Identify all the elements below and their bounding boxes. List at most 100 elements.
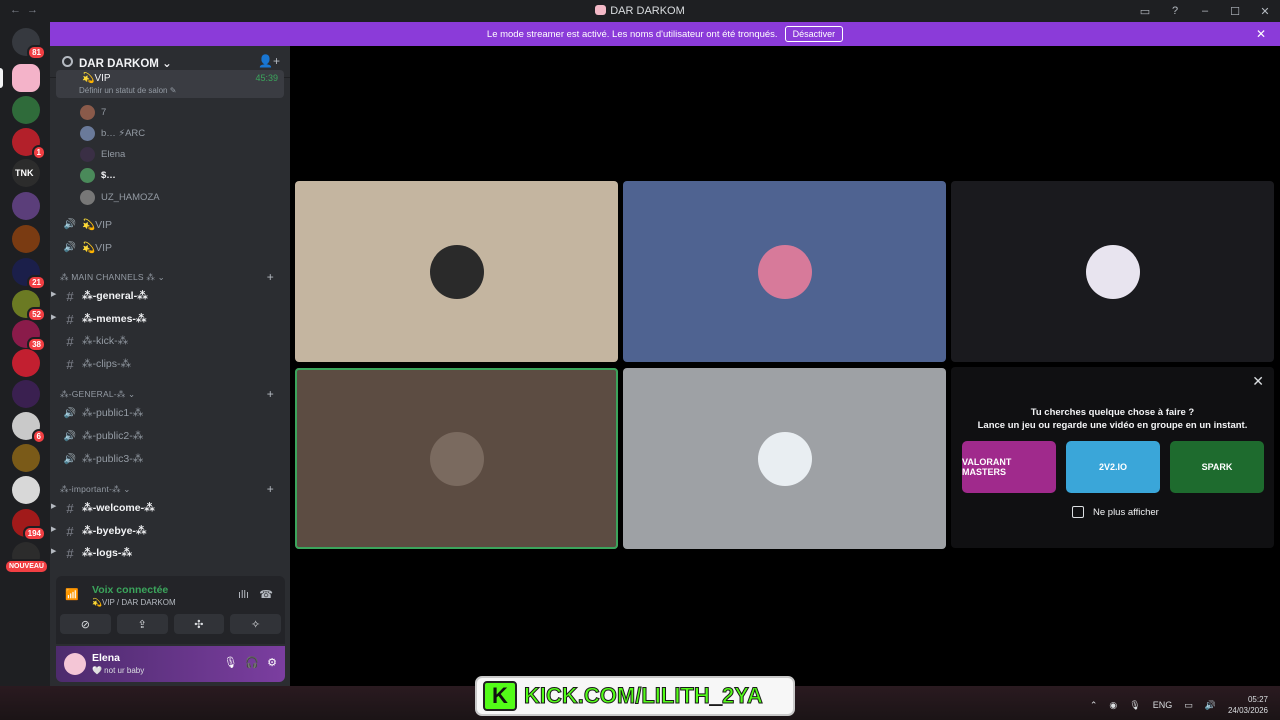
avatar xyxy=(80,189,95,205)
signal-icon[interactable]: 📶 xyxy=(65,588,79,601)
avatar xyxy=(80,125,95,141)
voice-user[interactable]: 7 xyxy=(80,103,106,121)
set-channel-status[interactable]: Définir un statut de salon ✎ xyxy=(79,86,176,95)
voice-user[interactable]: $… xyxy=(80,166,116,184)
checkbox[interactable] xyxy=(1072,506,1084,518)
server-icon-s8[interactable]: 52 xyxy=(12,290,46,322)
text-channel[interactable]: ▶ # ⁂-byebye-⁂ xyxy=(51,521,282,541)
server-icon-s6[interactable] xyxy=(12,225,40,253)
chevron-up-icon[interactable]: ⌃ xyxy=(1090,700,1098,711)
channel-name: ⁂-clips-⁂ xyxy=(82,358,131,370)
video-tile[interactable] xyxy=(295,368,618,549)
activity-card[interactable]: VALORANT MASTERS xyxy=(962,441,1056,493)
guild-name[interactable]: DAR DARKOM ⌄ xyxy=(79,56,172,70)
server-icon-s14[interactable] xyxy=(12,476,40,504)
server-icon-s9[interactable]: 38 xyxy=(12,320,46,352)
username[interactable]: Elena xyxy=(92,652,120,664)
voice-channel[interactable]: 🔊 ⁂-public3-⁂ xyxy=(58,449,282,469)
server-icon-s16[interactable]: NOUVEAU xyxy=(3,542,49,574)
camera-off-button[interactable]: ⊘ xyxy=(60,614,111,634)
video-tile[interactable] xyxy=(623,368,946,549)
mic-icon[interactable]: 🎙 xyxy=(223,656,237,669)
disable-streamer-button[interactable]: Désactiver xyxy=(784,26,844,42)
channel-name: ⁂-general-⁂ xyxy=(82,290,148,302)
steam-icon[interactable]: ◉ xyxy=(1109,700,1117,711)
server-icon-s15[interactable]: 194 xyxy=(12,509,46,541)
hash-icon: # xyxy=(66,356,74,372)
server-icon-s10[interactable] xyxy=(12,349,40,377)
avatar xyxy=(429,244,484,299)
category-important[interactable]: ⁂-important-⁂ ⌄ + xyxy=(60,482,280,498)
clock[interactable]: 05:27 24/03/2026 xyxy=(1228,694,1268,716)
noise-suppression-icon[interactable]: ıllı xyxy=(238,589,249,601)
unread-arrow-icon: ▶ xyxy=(51,291,57,298)
text-channel[interactable]: # ⁂-clips-⁂ xyxy=(58,354,282,374)
add-channel-icon[interactable]: + xyxy=(267,387,274,401)
text-channel[interactable]: ▶ # ⁂-logs-⁂ xyxy=(51,543,282,563)
voice-user[interactable]: b… ⚡ARC xyxy=(80,124,145,142)
disconnect-icon[interactable]: ☎ xyxy=(259,588,273,601)
settings-icon[interactable]: ⚙ xyxy=(267,656,277,669)
voice-channel-vip-3[interactable]: 🔊 💫VIP xyxy=(58,237,282,257)
voice-user[interactable]: UZ_HAMOZA xyxy=(80,188,160,206)
text-channel[interactable]: ▶ # ⁂-welcome-⁂ xyxy=(51,498,282,518)
network-icon[interactable]: ▭ xyxy=(1184,700,1193,711)
window-controls[interactable]: ▭ ? – ☐ ✕ xyxy=(1130,0,1280,22)
server-icon-s1[interactable] xyxy=(0,64,40,92)
video-tile[interactable] xyxy=(623,181,946,362)
voice-channel-vip-2[interactable]: 🔊 💫VIP xyxy=(58,214,282,234)
server-icon-s3[interactable]: 1 xyxy=(12,128,46,160)
category-general[interactable]: ⁂-GENERAL-⁂ ⌄ + xyxy=(60,387,280,403)
active-voice-channel[interactable]: 💫VIP 45:39 Définir un statut de salon ✎ xyxy=(56,70,284,98)
voice-channel[interactable]: 🔊 ⁂-public1-⁂ xyxy=(58,403,282,423)
close-window-button[interactable]: ✕ xyxy=(1250,0,1280,22)
video-tile[interactable] xyxy=(951,181,1274,362)
mic-tray-icon[interactable]: 🎙 xyxy=(1129,700,1140,711)
activity-card[interactable]: 2V2.IO xyxy=(1066,441,1160,493)
dont-show-again[interactable]: Ne plus afficher xyxy=(1072,506,1159,518)
server-icon-dm[interactable]: 81 xyxy=(12,28,46,60)
text-channel[interactable]: ▶ # ⁂-memes-⁂ xyxy=(51,309,282,329)
minimize-button[interactable]: – xyxy=(1190,0,1220,22)
avatar xyxy=(757,244,812,299)
category-main-channels[interactable]: ⁂ MAIN CHANNELS ⁂ ⌄ + xyxy=(60,270,280,286)
invite-icon[interactable]: 👤+ xyxy=(258,54,280,68)
headset-icon[interactable]: 🎧 xyxy=(245,656,259,669)
unread-arrow-icon: ▶ xyxy=(51,314,57,321)
text-channel[interactable]: # ⁂-kick-⁂ xyxy=(58,331,282,351)
close-icon[interactable]: ✕ xyxy=(1252,373,1264,390)
video-tile[interactable] xyxy=(295,181,618,362)
server-icon-s4[interactable]: TNK xyxy=(12,159,40,187)
server-icon-s12[interactable]: 6 xyxy=(12,412,46,444)
add-channel-icon[interactable]: + xyxy=(267,270,274,284)
server-icon-s11[interactable] xyxy=(12,380,40,408)
soundboard-button[interactable]: ✧ xyxy=(230,614,281,634)
volume-icon[interactable]: 🔊 xyxy=(1205,700,1216,711)
server-icon-s7[interactable]: 21 xyxy=(12,258,46,290)
channel-name: ⁂-memes-⁂ xyxy=(82,313,147,325)
help-icon[interactable]: ? xyxy=(1160,0,1190,22)
maximize-button[interactable]: ☐ xyxy=(1220,0,1250,22)
server-icon-s5[interactable] xyxy=(12,192,40,220)
avatar xyxy=(80,146,95,162)
text-channel[interactable]: ▶ # ⁂-general-⁂ xyxy=(51,286,282,306)
voice-user-name: Elena xyxy=(101,148,126,160)
language-indicator[interactable]: ENG xyxy=(1153,700,1173,710)
screen-share-button[interactable]: ⇪ xyxy=(116,614,168,634)
activity-card[interactable]: SPARK xyxy=(1170,441,1264,493)
voice-channel[interactable]: 🔊 ⁂-public2-⁂ xyxy=(58,426,282,446)
close-icon[interactable]: ✕ xyxy=(1256,27,1266,41)
chevron-down-icon: ⌄ xyxy=(162,58,172,70)
voice-user-name: UZ_HAMOZA xyxy=(101,191,160,203)
voice-user[interactable]: Elena xyxy=(80,145,125,163)
activity-subtitle: Lance un jeu ou regarde une vidéo en gro… xyxy=(977,420,1248,431)
server-icon-s13[interactable] xyxy=(12,444,40,472)
activities-button[interactable]: ✣ xyxy=(173,614,225,634)
avatar[interactable] xyxy=(64,653,86,675)
server-icon-s2[interactable] xyxy=(12,96,40,124)
voice-status-title[interactable]: Voix connectée xyxy=(92,584,168,596)
add-channel-icon[interactable]: + xyxy=(267,482,274,496)
unread-badge: 21 xyxy=(27,275,46,290)
hash-icon: # xyxy=(66,333,74,349)
inbox-icon[interactable]: ▭ xyxy=(1130,0,1160,22)
